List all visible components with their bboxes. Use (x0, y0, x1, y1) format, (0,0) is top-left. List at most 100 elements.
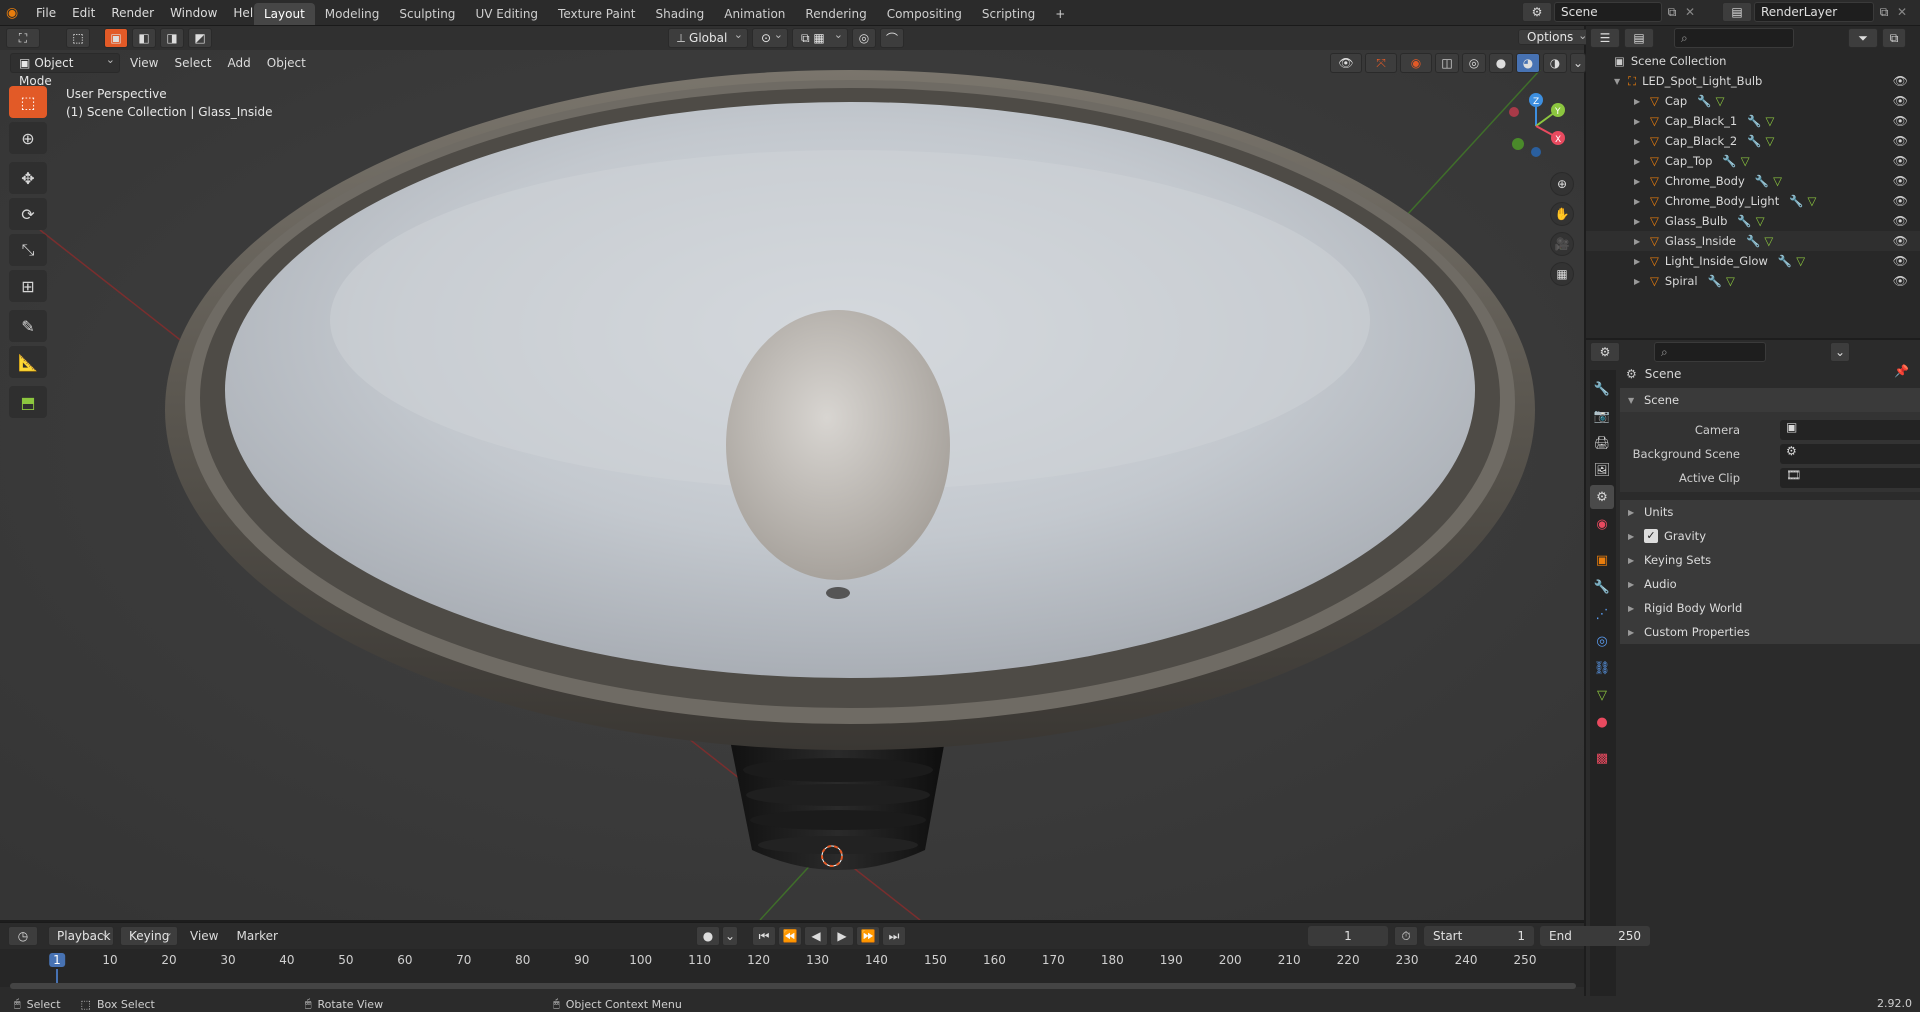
add-workspace-button[interactable]: + (1045, 3, 1075, 25)
tab-layout[interactable]: Layout (254, 3, 315, 25)
rotate-tool-icon[interactable]: ⟳ (9, 198, 47, 230)
visibility-eye-icon[interactable]: 👁 (1893, 214, 1908, 228)
expand-arrow-icon[interactable]: ▶ (1634, 117, 1644, 126)
menu-object[interactable]: Object (261, 53, 312, 73)
camera-view-icon[interactable]: 🎥 (1550, 232, 1574, 256)
expand-arrow-icon[interactable]: ▶ (1634, 177, 1644, 186)
units-panel-header[interactable]: ▶ Units (1620, 500, 1920, 524)
tree-row-object[interactable]: ▶ ▽ Cap_Black_1 🔧 ▽ 👁 (1586, 111, 1920, 131)
transform-orientation-dropdown[interactable]: ⟂ Global (668, 26, 748, 48)
expand-arrow-icon[interactable]: ▶ (1634, 197, 1644, 206)
menu-view[interactable]: View (124, 53, 164, 73)
particles-tab-icon[interactable]: ⋰ (1590, 602, 1614, 626)
scene-tab-icon[interactable]: ⚙ (1590, 485, 1614, 509)
select-box-tool-icon[interactable]: ⬚ (9, 86, 47, 118)
rendered-shading-icon[interactable]: ◑ (1543, 53, 1567, 73)
menu-edit[interactable]: Edit (64, 0, 103, 26)
visibility-eye-icon[interactable]: 👁 (1893, 94, 1908, 108)
navigation-gizmo[interactable]: Z Y X (1500, 90, 1570, 160)
object-tab-icon[interactable]: ▣ (1590, 548, 1614, 572)
display-mode-icon[interactable]: ▤ (1624, 28, 1654, 48)
tab-modeling[interactable]: Modeling (315, 3, 390, 25)
gravity-panel-header[interactable]: ▶ ✓ Gravity (1620, 524, 1920, 548)
object-mode-dropdown[interactable]: ▣ Object Mode (10, 51, 120, 88)
select-mode-new-icon[interactable]: ▣ (104, 28, 128, 48)
solid-shading-icon[interactable]: ● (1489, 53, 1513, 73)
select-mode-subtract-icon[interactable]: ◨ (160, 28, 184, 48)
tree-row-object[interactable]: ▶ ▽ Glass_Inside 🔧 ▽ 👁 (1586, 231, 1920, 251)
new-view-layer-icon[interactable]: ⧉ (1874, 5, 1894, 20)
material-shading-icon[interactable]: ◕ (1516, 53, 1540, 73)
tree-row-object[interactable]: ▶ ▽ Cap_Top 🔧 ▽ 👁 (1586, 151, 1920, 171)
visibility-eye-icon[interactable]: 👁 (1893, 234, 1908, 248)
jump-end-icon[interactable]: ⏭ (882, 926, 906, 946)
playback-dropdown[interactable]: Playback (48, 924, 114, 946)
blender-logo-icon[interactable]: ◉ (6, 5, 28, 21)
auto-key-options-icon[interactable]: ⌄ (722, 926, 738, 946)
outliner-search-input[interactable]: ⌕ (1674, 28, 1794, 48)
visibility-eye-icon[interactable]: 👁 (1893, 174, 1908, 188)
timeline-scrubber[interactable]: 1 10 20 30 40 50 60 70 80 90 100 110 120 130 140 150 160… (0, 949, 1584, 987)
visibility-eye-icon[interactable]: 👁 (1893, 194, 1908, 208)
xray-toggle-icon[interactable]: ◫ (1435, 53, 1459, 73)
timeline-scrollbar[interactable] (10, 983, 1576, 989)
modifier-tab-icon[interactable]: 🔧 (1590, 575, 1614, 599)
camera-field[interactable]: ▣ (1780, 420, 1920, 440)
tree-row-object[interactable]: ▶ ▽ Cap 🔧 ▽ 👁 (1586, 91, 1920, 111)
tab-uv-editing[interactable]: UV Editing (465, 3, 548, 25)
keying-sets-panel-header[interactable]: ▶ Keying Sets (1620, 548, 1920, 572)
timeline-editor-icon[interactable]: ◷ (8, 926, 38, 946)
overlay-toggle-icon[interactable]: ◉ (1400, 53, 1432, 73)
menu-marker[interactable]: Marker (230, 926, 283, 946)
measure-tool-icon[interactable]: 📐 (9, 346, 47, 378)
falloff-icon[interactable]: ⌒ (880, 28, 904, 48)
tab-animation[interactable]: Animation (714, 3, 795, 25)
transform-tool-icon[interactable]: ⊞ (9, 270, 47, 302)
new-collection-icon[interactable]: ⧉ (1882, 28, 1906, 48)
play-reverse-icon[interactable]: ◀ (804, 926, 828, 946)
output-tab-icon[interactable]: 🖨 (1590, 431, 1614, 455)
zoom-icon[interactable]: ⊕ (1550, 172, 1574, 196)
tree-row-object[interactable]: ▶ ▽ Chrome_Body_Light 🔧 ▽ 👁 (1586, 191, 1920, 211)
shading-options-icon[interactable]: ⌄ (1570, 53, 1586, 73)
expand-arrow-icon[interactable]: ▶ (1634, 137, 1644, 146)
tree-row-led-spot-light-bulb[interactable]: ▼ ⛶ LED_Spot_Light_Bulb 👁 (1586, 71, 1920, 91)
keying-dropdown[interactable]: Keying (120, 924, 178, 946)
properties-options-icon[interactable]: ⌄ (1830, 342, 1850, 362)
filter-icon[interactable]: ⏷ (1848, 28, 1878, 48)
properties-editor-icon[interactable]: ⚙ (1590, 342, 1620, 362)
active-clip-field[interactable]: 🎞 (1780, 468, 1920, 488)
delete-view-layer-icon[interactable]: ✕ (1894, 5, 1910, 19)
visibility-eye-icon[interactable]: 👁 (1893, 254, 1908, 268)
menu-window[interactable]: Window (162, 0, 225, 26)
delete-scene-icon[interactable]: ✕ (1682, 5, 1698, 19)
end-frame-field[interactable]: End 250 (1540, 926, 1650, 946)
tree-row-object[interactable]: ▶ ▽ Light_Inside_Glow 🔧 ▽ 👁 (1586, 251, 1920, 271)
constraints-tab-icon[interactable]: ⛓ (1590, 656, 1614, 680)
cursor-tool-icon[interactable]: ⊕ (9, 122, 47, 154)
tree-row-object[interactable]: ▶ ▽ Cap_Black_2 🔧 ▽ 👁 (1586, 131, 1920, 151)
scene-panel-header[interactable]: ▼ Scene (1620, 388, 1920, 412)
ortho-toggle-icon[interactable]: ▦ (1550, 262, 1574, 286)
audio-panel-header[interactable]: ▶ Audio (1620, 572, 1920, 596)
annotate-tool-icon[interactable]: ✎ (9, 310, 47, 342)
select-mode-extend-icon[interactable]: ◧ (132, 28, 156, 48)
outliner-editor-icon[interactable]: ☰ (1590, 28, 1620, 48)
tool-tab-icon[interactable]: 🔧 (1590, 377, 1614, 401)
scene-selector[interactable]: ⚙ Scene ⧉ ✕ (1522, 2, 1698, 22)
editor-type-icon[interactable]: ⛶ (6, 28, 40, 48)
world-tab-icon[interactable]: ◉ (1590, 512, 1614, 536)
background-scene-field[interactable]: ⚙ (1780, 444, 1920, 464)
pan-hand-icon[interactable]: ✋ (1550, 202, 1574, 226)
physics-tab-icon[interactable]: ◎ (1590, 629, 1614, 653)
gravity-checkbox[interactable]: ✓ (1644, 529, 1658, 543)
view-layer-tab-icon[interactable]: 🖼 (1590, 458, 1614, 482)
visibility-eye-icon[interactable]: 👁 (1893, 274, 1908, 288)
3d-viewport[interactable]: User Perspective (1) Scene Collection | … (0, 50, 1584, 920)
scene-icon[interactable]: ⚙ (1522, 2, 1552, 22)
expand-arrow-icon[interactable]: ▶ (1634, 217, 1644, 226)
select-tool-icon[interactable]: ⬚ (66, 28, 90, 48)
visibility-icon[interactable]: 👁 (1330, 53, 1362, 73)
visibility-eye-icon[interactable]: 👁 (1893, 114, 1908, 128)
tab-sculpting[interactable]: Sculpting (389, 3, 465, 25)
